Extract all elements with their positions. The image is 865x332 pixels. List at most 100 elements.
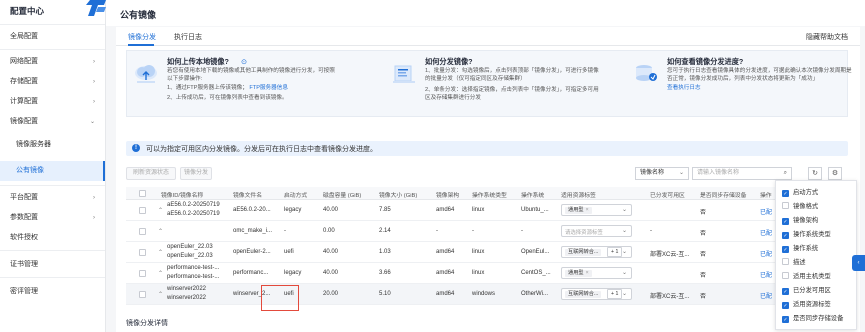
view-log-link[interactable]: 查看执行日志 — [667, 84, 701, 92]
refresh-status-button[interactable]: 刷新资源状态 — [126, 167, 176, 180]
chevron-down-icon: ⌄ — [621, 228, 627, 234]
row-action[interactable]: 已配 — [760, 270, 772, 279]
resource-tag-select[interactable]: 通用型 × ⌄ — [561, 204, 632, 216]
row-checkbox[interactable] — [139, 228, 146, 235]
column-option-hosttype[interactable]: 适用主机类型 — [782, 271, 831, 281]
os-type: - — [472, 228, 474, 234]
expand-icon[interactable]: ⌃ — [158, 207, 163, 214]
checkbox-checked-icon: ✓ — [782, 232, 789, 239]
row-checkbox[interactable] — [139, 270, 146, 277]
help-card-step: 1、通过FTP服务器上传该镜像； — [167, 85, 248, 91]
image-id: openEuler_22.03 — [167, 244, 213, 250]
column-option-arch[interactable]: ✓ 镜像架构 — [782, 215, 818, 225]
search-icon[interactable]: ⌕ — [784, 168, 787, 179]
tag-placeholder: 请选择资源标签 — [565, 230, 603, 236]
help-card-title: 如何查看镜像分发进度? — [667, 57, 744, 66]
resource-tag-select[interactable]: 通用型 × ⌄ — [561, 267, 632, 279]
hide-help-link[interactable]: 隐藏帮助文档 — [806, 32, 848, 42]
sync-storage: 否 — [700, 210, 707, 216]
search-input[interactable]: 请输入镜像名称 ⌕ — [692, 167, 792, 180]
disk-capacity: 40.00 — [323, 207, 339, 213]
more-tags-badge[interactable]: + 1 — [607, 247, 623, 257]
table-header: 镜像ID/镜像名称 镜像文件名 启动方式 磁盘容量 (GiB) 镜像大小 (Gi… — [126, 187, 848, 200]
divider — [0, 185, 105, 186]
refresh-icon[interactable]: ↻ — [808, 167, 822, 180]
boot-mode: uefi — [284, 249, 294, 255]
table-row: ⌃ openEuler_22.03 openEuler_22.03 openEu… — [126, 242, 848, 263]
settings-icon[interactable]: ⚙ — [828, 167, 842, 180]
help-card-text: 1、通过FTP服务器上传该镜像； FTP服务器信息 — [167, 84, 288, 92]
column-option-sync[interactable]: ✓ 是否同步存储设备 — [782, 313, 843, 323]
help-card-title: 如何分发镜像? — [425, 57, 473, 66]
select-all-checkbox[interactable] — [139, 190, 146, 197]
tag-label: 通用型 — [568, 207, 584, 213]
distribute-image-button[interactable]: 镜像分发 — [180, 167, 212, 180]
filter-field-select[interactable]: 镜像名称 ⌄ — [635, 167, 689, 180]
expand-icon[interactable]: ⌃ — [158, 270, 163, 277]
sidebar-item-compute[interactable]: 计算配置 › — [0, 92, 105, 112]
column-option-label: 操作系统类型 — [793, 231, 831, 238]
column-option-format[interactable]: 镜像格式 — [782, 201, 818, 211]
tab-execution-log[interactable]: 执行日志 — [174, 32, 202, 42]
content-panel: 镜像分发 执行日志 隐藏帮助文档 如何上传本地镜像? ⊙ 若您有使用本地下载的镜… — [116, 27, 860, 332]
sidebar-item-image[interactable]: 镜像配置 ⌄ — [0, 112, 105, 132]
image-arch: amd64 — [436, 207, 455, 213]
info-icon: ! — [132, 144, 140, 152]
column-option-label: 操作系统 — [793, 245, 819, 252]
sidebar-item-public-image[interactable]: 公有镜像 — [0, 161, 105, 181]
resource-tag-select[interactable]: 互联网转合... + 1 ⌄ — [561, 246, 632, 258]
row-action[interactable]: 已配 — [760, 228, 772, 237]
sidebar-item-image-server[interactable]: 镜像服务器 — [0, 135, 105, 155]
row-action[interactable]: 已配 — [760, 249, 772, 258]
checkbox-checked-icon: ✓ — [782, 218, 789, 225]
checkbox-checked-icon: ✓ — [782, 288, 789, 295]
column-option-tag[interactable]: ✓ 适用资源标签 — [782, 299, 831, 309]
close-icon[interactable]: × — [586, 270, 589, 276]
sidebar-item-platform[interactable]: 平台配置 › — [0, 188, 105, 208]
ftp-info-link[interactable]: FTP服务器信息 — [249, 85, 288, 91]
help-card-progress: 如何查看镜像分发进度? 您可于执行日志查看镜像具体的分发进度，可据此确认本次镜像… — [633, 57, 852, 113]
sidebar-item-network[interactable]: 网络配置 › — [0, 52, 105, 72]
tab-active-indicator — [128, 44, 154, 46]
tab-image-distribution[interactable]: 镜像分发 — [128, 32, 156, 42]
row-checkbox[interactable] — [139, 291, 146, 298]
row-checkbox[interactable] — [139, 249, 146, 256]
help-card-text: 您可于执行日志查看镜像具体的分发进度，可据此确认本次镜像分发周期是 — [667, 68, 852, 74]
row-action[interactable]: 已配 — [760, 291, 772, 300]
chevron-left-icon[interactable]: ‹ — [852, 255, 865, 271]
more-tags-badge[interactable]: + 1 — [607, 289, 623, 299]
resource-tag-select[interactable]: 请选择资源标签 ⌄ — [561, 225, 632, 237]
column-option-boot[interactable]: ✓ 启动方式 — [782, 187, 818, 197]
sidebar-item-params[interactable]: 参数配置 › — [0, 208, 105, 228]
help-card-text: 否正常，镜像分发成功后，列表中分发状态将更新为「成功」 — [667, 76, 819, 82]
column-option-label: 描述 — [793, 259, 806, 266]
sidebar-item-global[interactable]: 全局配置 — [0, 27, 105, 47]
sidebar-item-crypto[interactable]: 密评管理 — [0, 282, 105, 302]
sidebar-item-label: 计算配置 — [10, 98, 38, 105]
help-icon: ⊙ — [241, 57, 248, 66]
expand-icon[interactable]: ⌃ — [158, 249, 163, 256]
os-name: Ubuntu_... — [521, 207, 549, 213]
image-id: winserver2022 — [167, 286, 207, 292]
sidebar-item-label: 密评管理 — [10, 288, 38, 295]
expand-icon[interactable]: ⌃ — [158, 228, 163, 235]
close-icon[interactable]: × — [586, 207, 589, 213]
column-option-ostype[interactable]: ✓ 操作系统类型 — [782, 229, 831, 239]
resource-tag-select[interactable]: 互联网转合... + 1 ⌄ — [561, 288, 632, 300]
expand-icon[interactable]: ⌃ — [158, 291, 163, 298]
help-cards: 如何上传本地镜像? ⊙ 若您有使用本地下载的镜像或其他工具制作的镜像进行分发，可… — [126, 50, 852, 117]
column-option-os[interactable]: ✓ 操作系统 — [782, 243, 818, 253]
disk-capacity: 40.00 — [323, 270, 339, 276]
column-option-desc[interactable]: 描述 — [782, 257, 806, 267]
sidebar-item-license[interactable]: 软件授权 — [0, 228, 105, 248]
row-action[interactable]: 已配 — [760, 207, 772, 216]
os-name: - — [521, 228, 523, 234]
info-notice: ! 可以为指定可用区内分发镜像。分发后可在执行日志中查看镜像分发进度。 — [126, 141, 848, 156]
chevron-right-icon: › — [93, 79, 95, 85]
row-checkbox[interactable] — [139, 207, 146, 214]
column-option-zone[interactable]: ✓ 已分发可用区 — [782, 285, 831, 295]
sidebar-item-cert[interactable]: 证书管理 — [0, 255, 105, 275]
disk-capacity: 0.00 — [323, 228, 335, 234]
sidebar-item-storage[interactable]: 存储配置 › — [0, 72, 105, 92]
column-header: 镜像架构 — [436, 193, 460, 199]
